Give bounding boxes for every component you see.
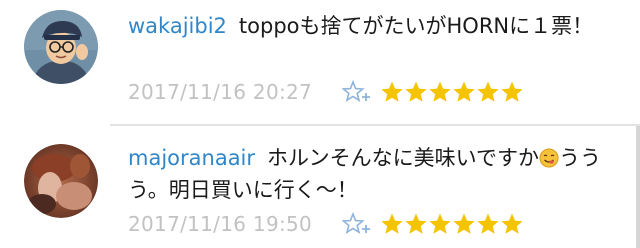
star-icon[interactable] — [476, 212, 500, 236]
star-list — [380, 80, 524, 104]
star-icon[interactable] — [428, 80, 452, 104]
savoring-face-emoji-icon — [539, 145, 559, 168]
comment-meta: 2017/11/16 19:50 — [128, 209, 524, 239]
star-icon[interactable] — [404, 80, 428, 104]
star-icon[interactable] — [428, 212, 452, 236]
avatar[interactable] — [24, 144, 98, 218]
username-link[interactable]: majoranaair — [128, 146, 255, 170]
star-icon[interactable] — [476, 80, 500, 104]
star-icon[interactable] — [380, 80, 404, 104]
comment-body: ホルンそんなに美味いですか — [267, 146, 539, 170]
star-icon[interactable] — [452, 80, 476, 104]
add-star-icon[interactable] — [341, 79, 372, 104]
avatar[interactable] — [24, 10, 98, 84]
comment-item: wakajibi2 toppoも捨てがたいがHORNに１票！ 2017/11/16… — [0, 0, 640, 124]
comment-item: majoranaair ホルンそんなに美味いですか ううう。明日買いに行く〜！ 20… — [0, 124, 640, 248]
comment-meta: 2017/11/16 20:27 — [128, 77, 524, 107]
timestamp: 2017/11/16 19:50 — [128, 212, 313, 236]
username-link[interactable]: wakajibi2 — [128, 14, 227, 38]
comment-text: majoranaair ホルンそんなに美味いですか ううう。明日買いに行く〜！ — [128, 142, 628, 206]
star-icon[interactable] — [500, 80, 524, 104]
comment-body: toppoも捨てがたいがHORNに１票！ — [238, 14, 594, 38]
comment-text: wakajibi2 toppoも捨てがたいがHORNに１票！ — [128, 10, 628, 42]
star-icon[interactable] — [452, 212, 476, 236]
star-icon[interactable] — [404, 212, 428, 236]
star-list — [380, 212, 524, 236]
star-icon[interactable] — [500, 212, 524, 236]
add-star-icon[interactable] — [341, 211, 372, 236]
star-icon[interactable] — [380, 212, 404, 236]
timestamp: 2017/11/16 20:27 — [128, 80, 313, 104]
